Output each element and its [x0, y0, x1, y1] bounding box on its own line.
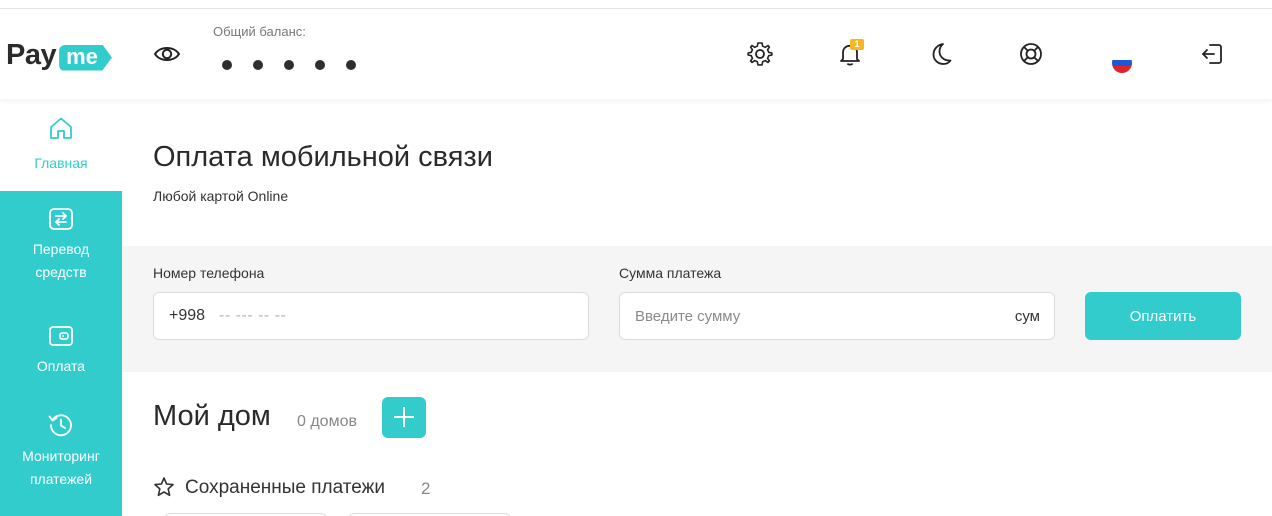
- moon-icon[interactable]: [926, 40, 954, 68]
- saved-payments-count: 2: [421, 479, 431, 498]
- sidebar-item-transfer[interactable]: Перевод средств: [0, 204, 122, 284]
- sidebar-item-label: Оплата: [36, 358, 86, 374]
- page-title: Оплата мобильной связи: [153, 141, 493, 173]
- sidebar-item-payment[interactable]: Оплата: [0, 321, 122, 378]
- history-icon: [48, 414, 72, 437]
- sum-placeholder: Введите сумму: [635, 307, 741, 325]
- phone-placeholder: -- --- -- --: [219, 307, 287, 324]
- payment-panel: Номер телефона +998 -- --- -- -- Сумма п…: [122, 246, 1272, 372]
- sidebar-item-label: Мониторинг платежей: [22, 448, 100, 487]
- balance-dot: [222, 60, 232, 70]
- balance-hidden-value: [222, 60, 356, 70]
- sum-label: Сумма платежа: [619, 265, 722, 281]
- payme-logo[interactable]: Pay me: [6, 39, 112, 72]
- logo-me-text: me: [59, 44, 112, 71]
- wallet-icon: [49, 326, 73, 346]
- pay-button[interactable]: Оплатить: [1085, 292, 1241, 340]
- phone-label: Номер телефона: [153, 265, 265, 281]
- bell-icon[interactable]: 1: [836, 39, 864, 68]
- balance-dot: [284, 60, 294, 70]
- star-icon: [154, 477, 174, 497]
- phone-prefix: +998: [169, 307, 206, 324]
- sidebar-item-home[interactable]: Главная: [0, 99, 122, 191]
- my-home-count: 0 домов: [297, 413, 357, 430]
- home-icon: [50, 117, 72, 139]
- add-home-button[interactable]: [382, 397, 426, 438]
- transfer-icon: [49, 208, 73, 230]
- page-subtitle: Любой картой Online: [153, 188, 289, 204]
- notification-badge: 1: [850, 39, 864, 50]
- flag-ru-icon[interactable]: [1112, 53, 1132, 73]
- sidebar-item-label: Перевод средств: [32, 241, 90, 280]
- main-content: Оплата мобильной связи Любой картой Onli…: [122, 99, 1272, 516]
- sidebar-item-monitoring[interactable]: Мониторинг платежей: [0, 410, 122, 491]
- sum-input[interactable]: Введите сумму сум: [619, 292, 1055, 340]
- eye-icon[interactable]: [152, 41, 182, 67]
- balance-dot: [315, 60, 325, 70]
- gear-icon[interactable]: [746, 40, 774, 68]
- phone-input[interactable]: +998 -- --- -- --: [153, 292, 589, 340]
- sidebar-item-label: Главная: [34, 155, 88, 171]
- lifebuoy-icon[interactable]: [1017, 40, 1045, 68]
- logout-icon[interactable]: [1198, 40, 1226, 68]
- balance-dot: [253, 60, 263, 70]
- balance-dot: [346, 60, 356, 70]
- top-header: Pay me Общий баланс: 1: [0, 9, 1272, 99]
- my-home-title: Мой дом: [153, 400, 271, 432]
- sum-currency: сум: [1014, 307, 1040, 325]
- logo-pay-text: Pay: [6, 39, 57, 71]
- saved-payments-title: Сохраненные платежи: [185, 477, 385, 498]
- sidebar: Главная Перевод средств Оплата Мониторин…: [0, 99, 122, 516]
- balance-label: Общий баланс:: [213, 24, 306, 39]
